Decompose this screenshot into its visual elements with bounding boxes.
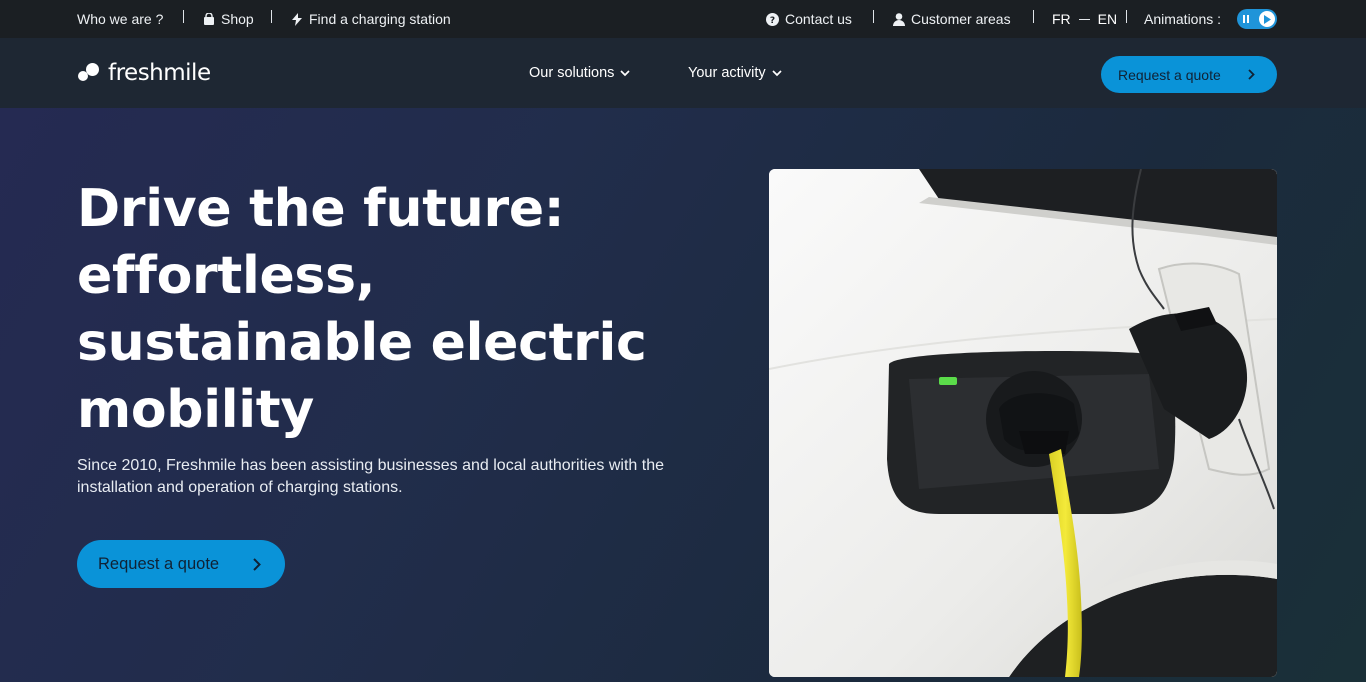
shop-link[interactable]: Shop <box>202 11 254 27</box>
divider <box>271 10 272 23</box>
divider <box>873 10 874 23</box>
svg-text:?: ? <box>770 16 775 26</box>
header-request-quote-label: Request a quote <box>1118 66 1221 83</box>
shopping-bag-icon <box>202 13 215 26</box>
who-we-are-label: Who we are ? <box>77 11 164 27</box>
help-circle-icon: ? <box>766 12 779 26</box>
freshmile-logo[interactable]: freshmile <box>78 60 211 86</box>
play-icon <box>1259 11 1275 27</box>
main-header: freshmile Our solutions Your activity Re… <box>0 38 1366 108</box>
find-station-label: Find a charging station <box>309 11 451 27</box>
nav-your-activity-label: Your activity <box>688 65 766 81</box>
hero-request-quote-label: Request a quote <box>98 554 220 573</box>
language-switcher: FR EN <box>1052 11 1117 27</box>
hero-title-line: Drive the future: <box>77 179 565 239</box>
divider <box>183 10 184 23</box>
hero-title-line: mobility <box>77 380 314 440</box>
hero-title-line: effortless, <box>77 246 376 306</box>
chevron-down-icon <box>772 69 782 76</box>
customer-areas-link[interactable]: Customer areas <box>892 11 1011 27</box>
hero-title-line: sustainable electric <box>77 313 647 373</box>
logo-mark-icon <box>78 61 102 85</box>
divider <box>1126 10 1127 23</box>
nav-our-solutions[interactable]: Our solutions <box>529 65 631 81</box>
lightning-icon <box>290 12 303 26</box>
chevron-right-icon <box>1248 69 1255 80</box>
chevron-right-icon <box>253 557 261 571</box>
hero-ev-charging-image <box>769 169 1277 677</box>
hero-request-quote-button[interactable]: Request a quote <box>77 540 285 588</box>
pause-icon <box>1243 15 1250 23</box>
header-request-quote-button[interactable]: Request a quote <box>1101 56 1277 93</box>
shop-label: Shop <box>221 11 254 27</box>
hero-lead: Since 2010, Freshmile has been assisting… <box>77 457 664 496</box>
divider <box>1078 18 1090 20</box>
animations-label: Animations : <box>1144 11 1222 27</box>
divider <box>1033 10 1034 23</box>
chevron-down-icon <box>620 69 631 76</box>
hero-title: Drive the future: effortless, sustainabl… <box>77 176 717 444</box>
customer-areas-label: Customer areas <box>911 11 1011 27</box>
who-we-are-link[interactable]: Who we are ? <box>77 11 163 27</box>
lang-en-link[interactable]: EN <box>1098 11 1117 27</box>
lang-fr-link[interactable]: FR <box>1052 11 1071 27</box>
nav-your-activity[interactable]: Your activity <box>688 65 782 81</box>
logo-text: freshmile <box>108 60 211 86</box>
user-icon <box>892 12 905 26</box>
top-utility-bar: Who we are ? Shop Find a charging statio… <box>0 0 1366 38</box>
contact-us-link[interactable]: ? Contact us <box>766 11 852 27</box>
animations-toggle[interactable] <box>1237 9 1277 29</box>
nav-our-solutions-label: Our solutions <box>529 65 615 81</box>
hero-section: Drive the future: effortless, sustainabl… <box>0 108 1366 682</box>
contact-us-label: Contact us <box>785 11 852 27</box>
find-station-link[interactable]: Find a charging station <box>290 11 451 27</box>
